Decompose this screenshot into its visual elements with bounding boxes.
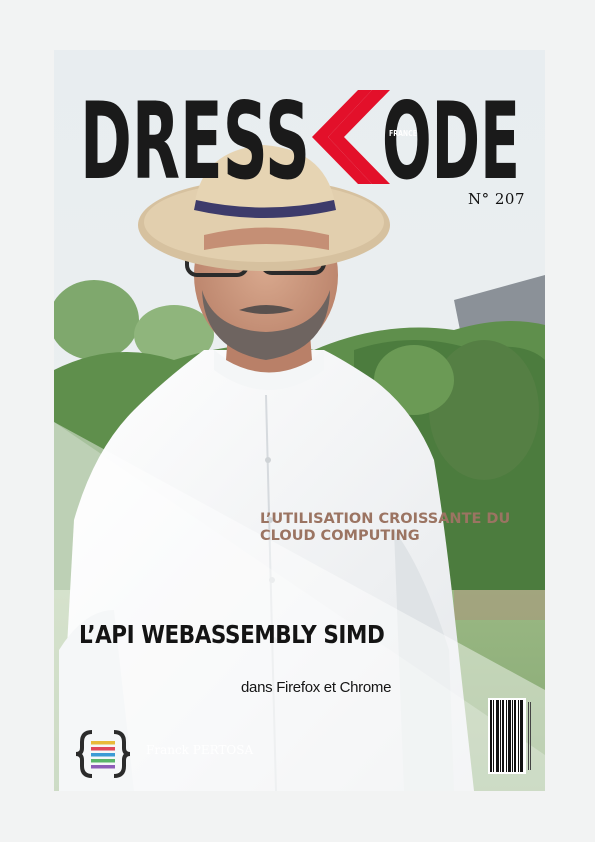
masthead-title-part1: DRESS	[80, 84, 310, 190]
code-braces-icon	[75, 730, 131, 778]
masthead-accent-chevron-fill	[328, 90, 390, 184]
cover-line-cloud: L’UTILISATION CROISSANTE DU CLOUD COMPUT…	[260, 511, 511, 544]
masthead-tag: FRANCE	[389, 129, 417, 138]
issue-number: N° 207	[468, 190, 526, 208]
barcode-icon	[488, 698, 531, 774]
author-name: Franck PERTOSA	[146, 743, 254, 757]
cover-subheadline: dans Firefox et Chrome	[241, 679, 392, 696]
cover-headline: L’API WEBASSEMBLY SIMD	[79, 620, 385, 649]
magazine-cover: DRESS ODE FRANCE N° 207 L’UTILISATION CR…	[54, 50, 545, 791]
masthead-logo: DRESS ODE FRANCE	[80, 84, 520, 190]
